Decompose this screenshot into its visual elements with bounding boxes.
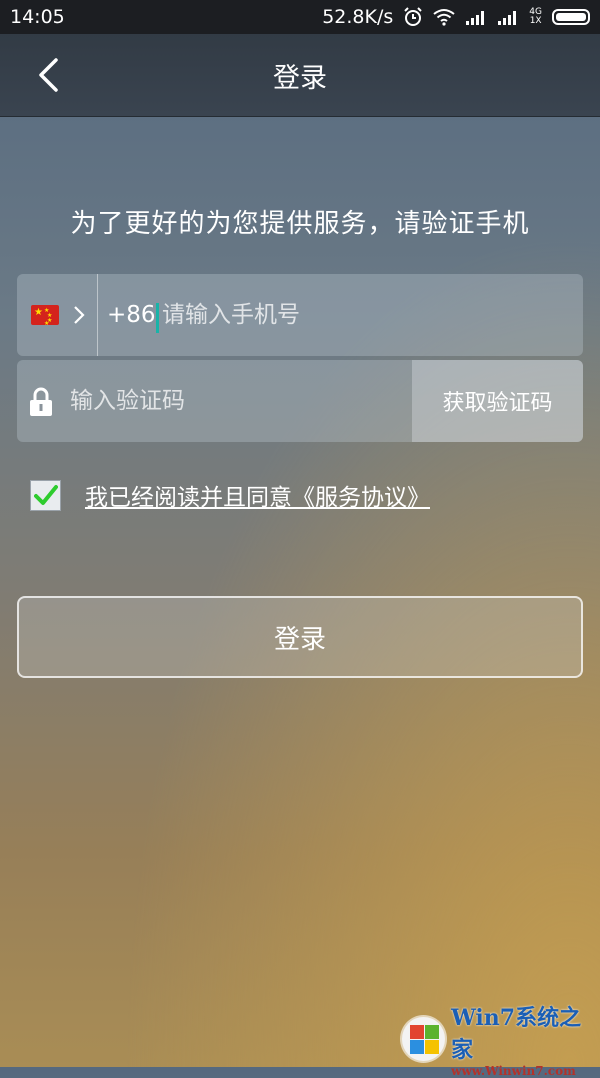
verify-prompt: 为了更好的为您提供服务，请验证手机 (70, 209, 530, 239)
text-cursor (156, 303, 159, 333)
china-flag-icon: ★ ★ ★ ★ ★ (31, 305, 59, 327)
signal-icon-secondary (498, 11, 517, 25)
code-field-row: 获取验证码 (17, 360, 583, 442)
verification-code-input[interactable] (70, 360, 400, 442)
alarm-icon (404, 7, 423, 26)
service-agreement-link[interactable]: 我已经阅读并且同意《服务协议》 (85, 478, 430, 512)
status-bar: 14:05 52.8K/s 4G 1X (0, 0, 600, 34)
status-icons: 52.8K/s 4G 1X (322, 6, 590, 28)
login-button[interactable]: 登录 (17, 596, 583, 678)
wifi-icon (433, 9, 455, 26)
checkmark-icon (33, 485, 58, 505)
agreement-row: 我已经阅读并且同意《服务协议》 (30, 478, 430, 512)
lock-icon (30, 387, 52, 416)
title-bar: 登录 (0, 34, 600, 117)
watermark-url: www.Winwin7.com (451, 1063, 576, 1078)
watermark: Win7系统之家 www.Winwin7.com (402, 1005, 600, 1078)
network-speed: 52.8K/s (322, 6, 394, 28)
agreement-checkbox[interactable] (30, 479, 61, 511)
watermark-text: Win7系统之家 www.Winwin7.com (451, 1000, 600, 1078)
get-code-button[interactable]: 获取验证码 (412, 360, 583, 442)
signal-icon (466, 11, 485, 25)
country-code: +86 (107, 302, 156, 328)
phone-input[interactable] (162, 274, 562, 356)
windows-logo-icon (402, 1016, 446, 1061)
page-title: 登录 (273, 63, 327, 94)
country-selector[interactable]: ★ ★ ★ ★ ★ (17, 274, 97, 356)
divider (97, 274, 98, 356)
chevron-right-icon (74, 306, 85, 324)
status-time: 14:05 (10, 6, 65, 28)
network-type: 4G 1X (529, 7, 542, 26)
battery-icon (552, 9, 590, 25)
phone-field-row: ★ ★ ★ ★ ★ +86 (17, 274, 583, 356)
watermark-brand: Win7系统之家 (451, 1004, 582, 1063)
